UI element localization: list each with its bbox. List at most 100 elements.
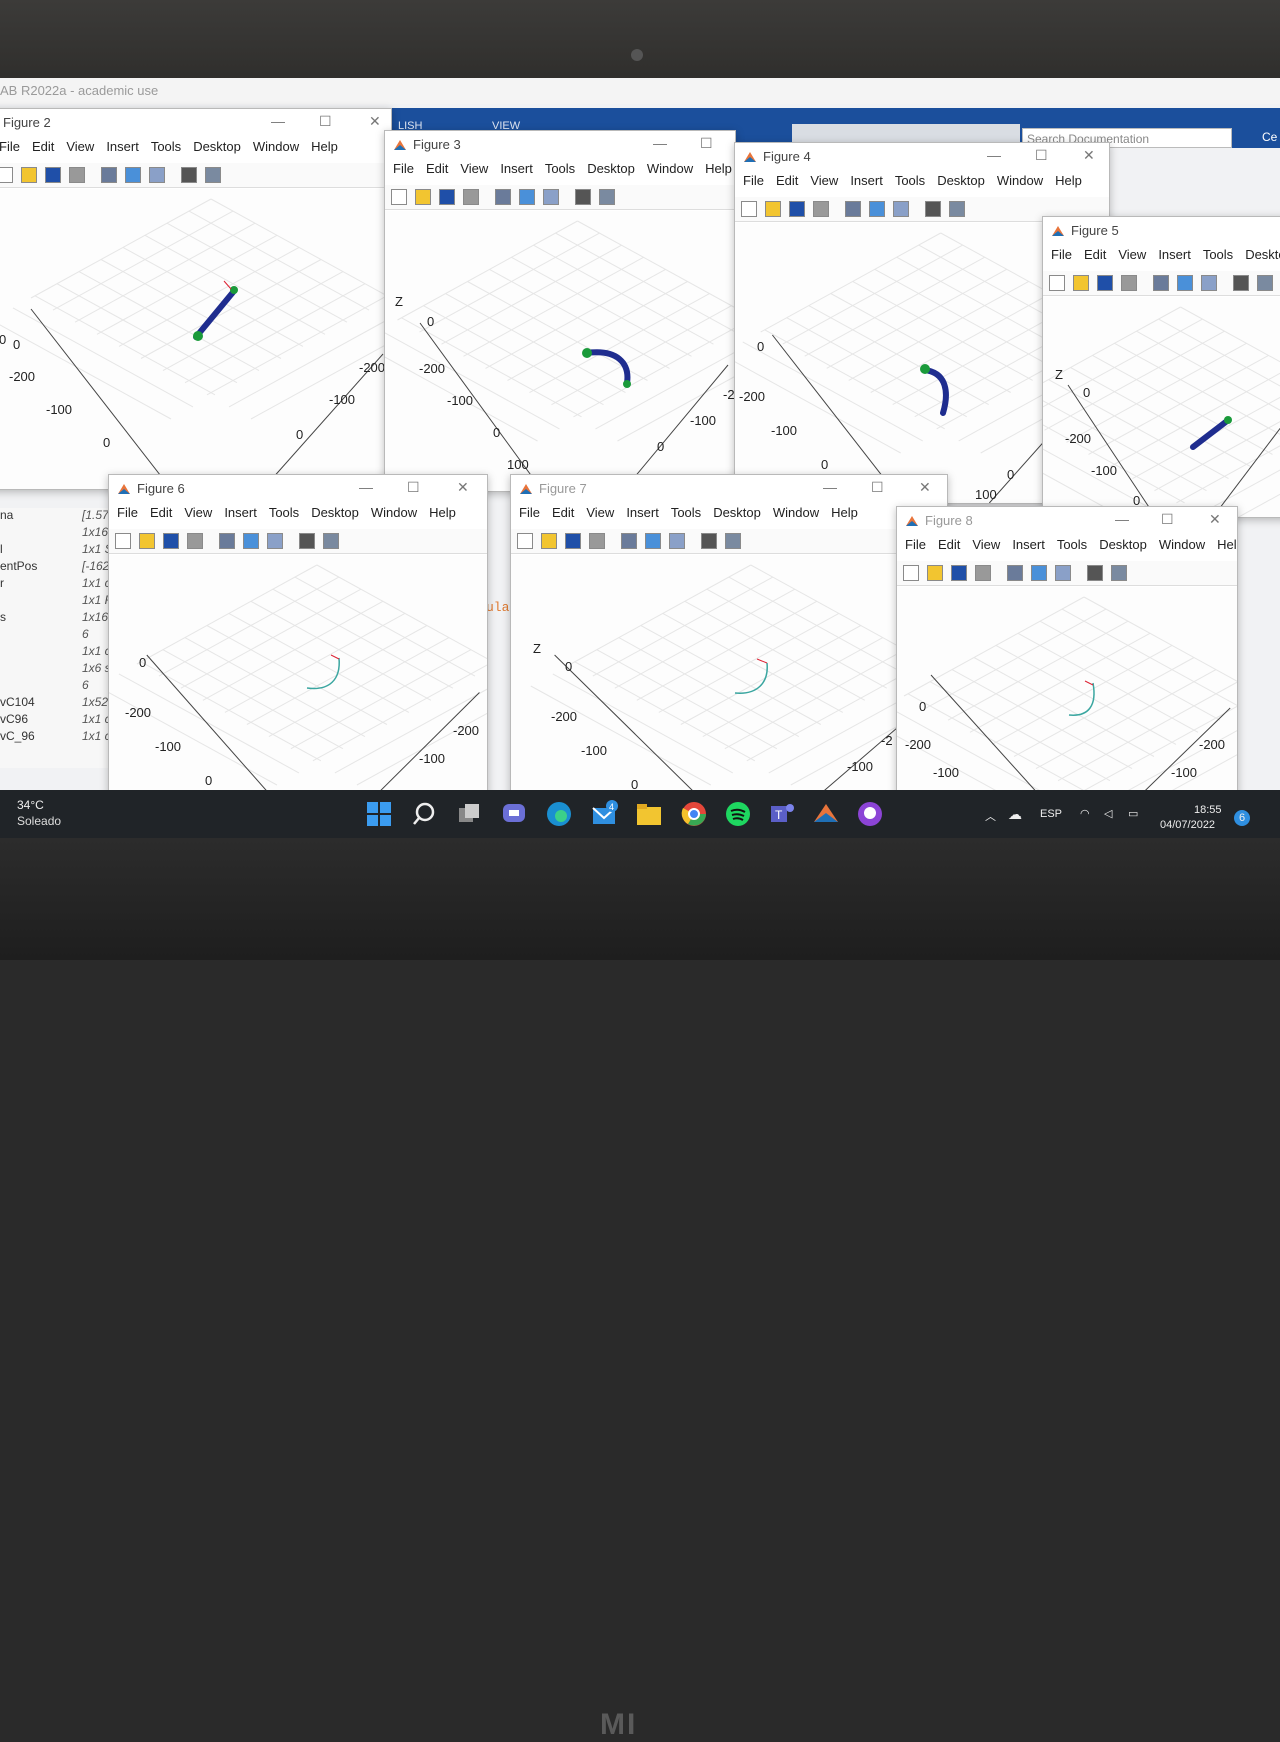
workspace-variable-row[interactable]: na[1.57 — [0, 508, 116, 525]
link-plot-icon[interactable] — [1007, 565, 1023, 581]
workspace-variable-row[interactable]: 1x1 c — [0, 644, 116, 661]
spotify-icon[interactable] — [724, 800, 752, 828]
menu-edit[interactable]: Edit — [32, 139, 54, 154]
menu-desktop[interactable]: Desktop — [1245, 247, 1280, 262]
open-file-icon[interactable] — [139, 533, 155, 549]
menu-tools[interactable]: Tools — [1203, 247, 1233, 262]
link-plot-icon[interactable] — [495, 189, 511, 205]
new-file-icon[interactable] — [741, 201, 757, 217]
save-icon[interactable] — [789, 201, 805, 217]
menu-tools[interactable]: Tools — [269, 505, 299, 520]
menu-window[interactable]: Window — [371, 505, 417, 520]
new-file-icon[interactable] — [391, 189, 407, 205]
link-plot-icon[interactable] — [219, 533, 235, 549]
figure-title-bar[interactable]: Figure 2 — ☐ ✕ — [0, 109, 391, 137]
workspace-variable-row[interactable]: l1x1 S — [0, 542, 116, 559]
file-explorer-icon[interactable] — [635, 800, 663, 828]
legend-icon[interactable] — [893, 201, 909, 217]
chat-icon[interactable] — [500, 800, 528, 828]
colorbar-icon[interactable] — [1177, 275, 1193, 291]
menu-insert[interactable]: Insert — [626, 505, 659, 520]
menu-view[interactable]: View — [184, 505, 212, 520]
workspace-variable-row[interactable]: 6 — [0, 678, 116, 695]
menu-insert[interactable]: Insert — [106, 139, 139, 154]
workspace-variable-row[interactable]: 1x1 F — [0, 593, 116, 610]
minimize-icon[interactable]: — — [653, 135, 667, 151]
save-icon[interactable] — [439, 189, 455, 205]
legend-icon[interactable] — [149, 167, 165, 183]
menu-tools[interactable]: Tools — [895, 173, 925, 188]
3d-axes[interactable]: Z 0 -200 -100 0 100 -100 0 -2 — [385, 211, 735, 491]
3d-axes[interactable]: 0 -200 -100 0 -200 -100 — [109, 555, 487, 805]
onedrive-icon[interactable]: ☁ — [1008, 806, 1022, 823]
workspace-variable-row[interactable]: r1x1 c — [0, 576, 116, 593]
pointer-icon[interactable] — [1087, 565, 1103, 581]
property-inspector-icon[interactable] — [949, 201, 965, 217]
workspace-variable-row[interactable]: vC961x1 c — [0, 712, 116, 729]
weather-temperature[interactable]: 34°C — [17, 798, 44, 812]
save-icon[interactable] — [163, 533, 179, 549]
maximize-icon[interactable]: ☐ — [407, 479, 420, 496]
legend-icon[interactable] — [267, 533, 283, 549]
property-inspector-icon[interactable] — [1111, 565, 1127, 581]
menu-edit[interactable]: Edit — [938, 537, 960, 552]
workspace-variable-row[interactable]: 1x16 — [0, 525, 116, 542]
menu-desktop[interactable]: Desktop — [587, 161, 635, 176]
edge-icon[interactable] — [545, 800, 573, 828]
menu-tools[interactable]: Tools — [671, 505, 701, 520]
new-file-icon[interactable] — [115, 533, 131, 549]
link-plot-icon[interactable] — [845, 201, 861, 217]
figure-window[interactable]: Figure 7 — ☐ ✕ FileEditViewInsertToolsDe… — [510, 474, 948, 806]
save-icon[interactable] — [951, 565, 967, 581]
menu-view[interactable]: View — [586, 505, 614, 520]
minimize-icon[interactable]: — — [359, 479, 373, 495]
github-desktop-icon[interactable] — [856, 800, 884, 828]
colorbar-icon[interactable] — [1031, 565, 1047, 581]
minimize-icon[interactable]: — — [987, 147, 1001, 163]
menu-window[interactable]: Window — [773, 505, 819, 520]
link-plot-icon[interactable] — [101, 167, 117, 183]
menu-edit[interactable]: Edit — [552, 505, 574, 520]
figure-window[interactable]: Figure 6 — ☐ ✕ FileEditViewInsertToolsDe… — [108, 474, 488, 806]
workspace-variable-row[interactable]: s1x16 — [0, 610, 116, 627]
menu-help[interactable]: Help — [429, 505, 456, 520]
menu-file[interactable]: File — [117, 505, 138, 520]
menu-edit[interactable]: Edit — [426, 161, 448, 176]
menu-insert[interactable]: Insert — [224, 505, 257, 520]
print-icon[interactable] — [1121, 275, 1137, 291]
open-file-icon[interactable] — [21, 167, 37, 183]
property-inspector-icon[interactable] — [1257, 275, 1273, 291]
pointer-icon[interactable] — [575, 189, 591, 205]
workspace-variable-row[interactable]: entPos[-162 — [0, 559, 116, 576]
menu-insert[interactable]: Insert — [500, 161, 533, 176]
menu-help[interactable]: Help — [831, 505, 858, 520]
minimize-icon[interactable]: — — [1115, 511, 1129, 527]
figure-window[interactable]: Figure 3 — ☐ FileEditViewInsertToolsDesk… — [384, 130, 736, 492]
menu-view[interactable]: View — [460, 161, 488, 176]
menu-view[interactable]: View — [972, 537, 1000, 552]
menu-desktop[interactable]: Desktop — [311, 505, 359, 520]
community-label[interactable]: Ce — [1262, 130, 1277, 144]
new-file-icon[interactable] — [517, 533, 533, 549]
menu-help[interactable]: Help — [311, 139, 338, 154]
colorbar-icon[interactable] — [243, 533, 259, 549]
save-icon[interactable] — [565, 533, 581, 549]
print-icon[interactable] — [187, 533, 203, 549]
menu-help[interactable]: Help — [705, 161, 732, 176]
workspace-variable-row[interactable]: vC1041x52 — [0, 695, 116, 712]
menu-view[interactable]: View — [810, 173, 838, 188]
menu-desktop[interactable]: Desktop — [713, 505, 761, 520]
property-inspector-icon[interactable] — [599, 189, 615, 205]
menu-file[interactable]: File — [1051, 247, 1072, 262]
3d-axes[interactable]: 0 0 -200 -100 0 -200 -100 0 — [0, 189, 391, 489]
pointer-icon[interactable] — [299, 533, 315, 549]
language-indicator[interactable]: ESP — [1040, 808, 1062, 820]
menu-help[interactable]: Help — [1055, 173, 1082, 188]
maximize-icon[interactable]: ☐ — [700, 135, 713, 152]
link-plot-icon[interactable] — [621, 533, 637, 549]
mail-icon[interactable]: 4 — [590, 800, 618, 828]
new-file-icon[interactable] — [903, 565, 919, 581]
close-icon[interactable]: ✕ — [457, 479, 469, 496]
colorbar-icon[interactable] — [645, 533, 661, 549]
menu-desktop[interactable]: Desktop — [937, 173, 985, 188]
